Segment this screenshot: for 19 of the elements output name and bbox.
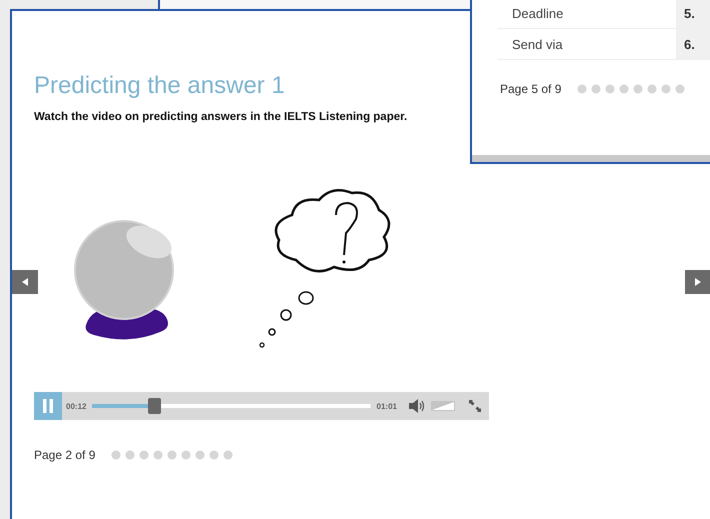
answer-number: 5. bbox=[676, 0, 710, 28]
previous-button[interactable] bbox=[12, 270, 38, 294]
page-indicator: Page 5 of 9 bbox=[500, 82, 562, 96]
row-label: Send via bbox=[511, 36, 564, 52]
right-arrow-icon bbox=[695, 278, 701, 286]
next-button[interactable] bbox=[685, 270, 710, 294]
instruction-text: Watch the video on predicting answers in the IELTS Listening paper. bbox=[34, 111, 408, 123]
fullscreen-icon[interactable] bbox=[469, 400, 481, 412]
duration-time: 01:01 bbox=[376, 402, 397, 410]
page-indicator: Page 2 of 9 bbox=[34, 448, 96, 462]
horizontal-scrollbar[interactable] bbox=[472, 155, 710, 162]
left-arrow-icon bbox=[22, 278, 28, 286]
elapsed-time: 00:12 bbox=[66, 402, 86, 410]
answer-number: 6. bbox=[676, 29, 710, 59]
progress-handle[interactable] bbox=[148, 398, 161, 414]
speaker-icon[interactable] bbox=[409, 399, 427, 413]
pause-icon bbox=[43, 399, 53, 413]
lesson-title: Predicting the answer 1 bbox=[34, 71, 285, 101]
row-label: Deadline bbox=[511, 6, 564, 20]
